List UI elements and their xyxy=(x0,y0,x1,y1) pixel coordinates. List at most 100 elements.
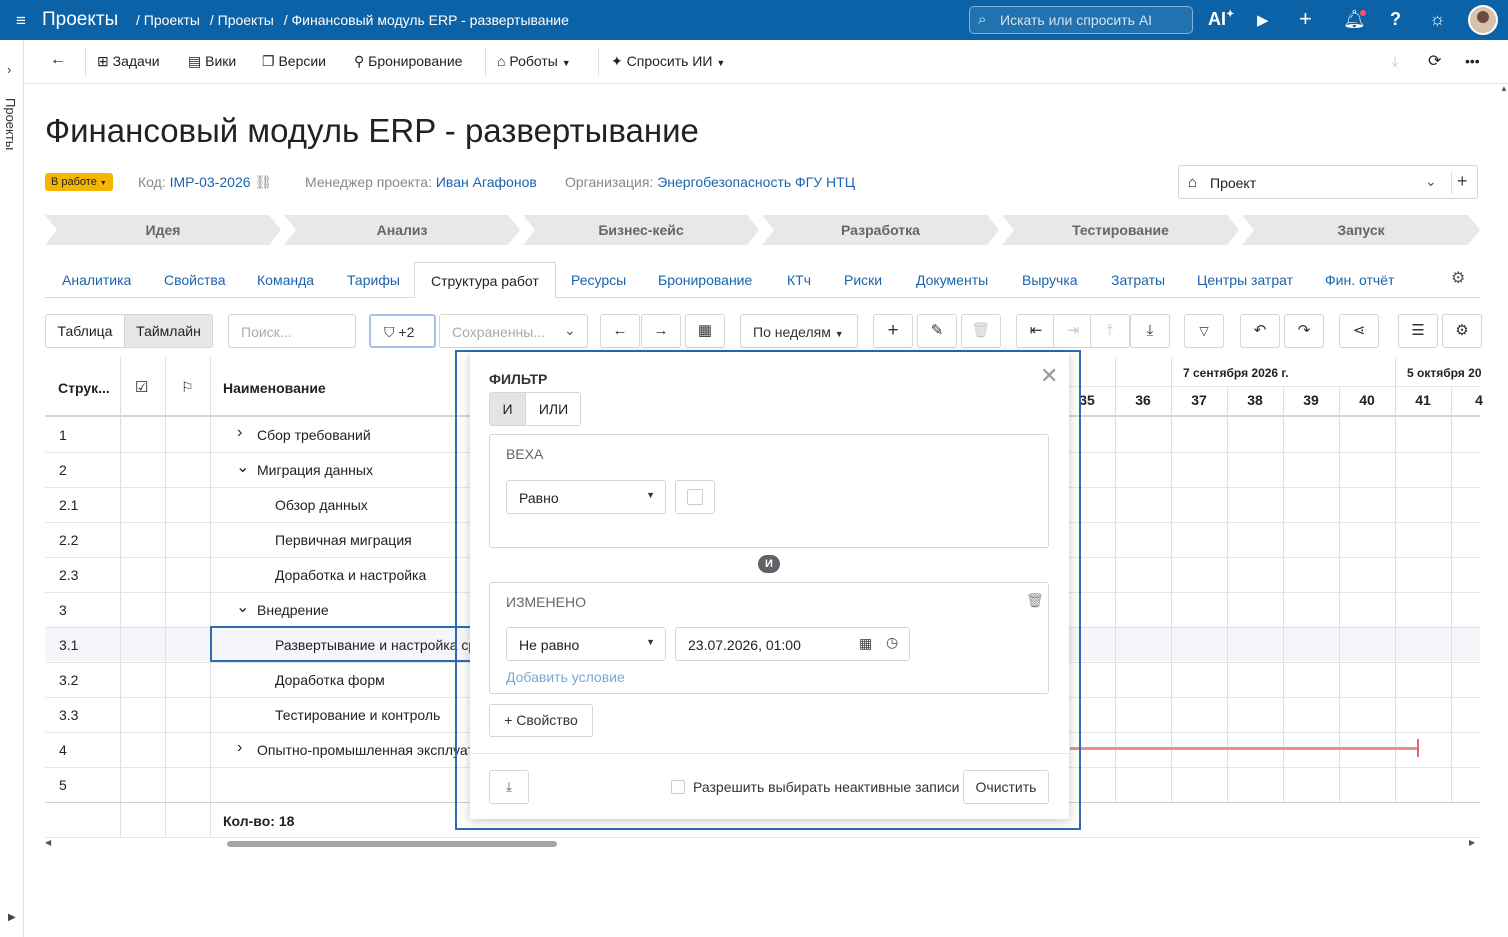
expand-chevron-icon[interactable]: › xyxy=(237,424,242,442)
settings-icon[interactable]: ⚙ xyxy=(1442,314,1482,348)
add-condition-link[interactable]: Добавить условие xyxy=(506,669,625,685)
help-button[interactable]: ? xyxy=(1390,9,1401,30)
inactive-records-checkbox[interactable] xyxy=(671,780,685,794)
move-down-icon[interactable]: ⤓ xyxy=(1130,314,1170,348)
scroll-right-icon[interactable]: ▶ xyxy=(1469,838,1475,847)
period-select[interactable]: По неделям ▼ xyxy=(740,314,858,348)
horizontal-scrollbar[interactable]: ◀ ▶ xyxy=(45,838,1480,850)
view-table-button[interactable]: Таблица xyxy=(46,315,124,347)
manager-link[interactable]: Иван Агафонов xyxy=(436,174,537,190)
logic-and-button[interactable]: И xyxy=(490,393,525,425)
row-name[interactable]: Тестирование и контроль xyxy=(275,707,440,723)
gantt-bar[interactable] xyxy=(1070,747,1418,750)
collapse-arrow-icon[interactable]: ▶ xyxy=(8,912,16,923)
condition-operator-select[interactable]: Не равно ▼ xyxy=(506,627,666,661)
outdent-icon[interactable]: ⇤ xyxy=(1016,314,1056,348)
collapse-triangle-icon[interactable]: ▽ xyxy=(1184,314,1224,348)
rail-label[interactable]: Проекты xyxy=(3,98,18,150)
close-icon[interactable]: ✕ xyxy=(1040,363,1058,389)
row-name[interactable]: Миграция данных xyxy=(257,462,373,478)
stage-idea[interactable]: Идея xyxy=(45,215,281,245)
gantt-bar-end[interactable] xyxy=(1417,739,1419,757)
tab-team[interactable]: Команда xyxy=(257,272,314,288)
logic-or-button[interactable]: ИЛИ xyxy=(525,393,580,425)
tab-rates[interactable]: Тарифы xyxy=(347,272,400,288)
add-row-icon[interactable]: + xyxy=(873,314,913,348)
move-up-icon[interactable]: ⤒ xyxy=(1090,314,1130,348)
row-name[interactable]: Доработка форм xyxy=(275,672,385,688)
col-header-name[interactable]: Наименование xyxy=(223,380,326,396)
save-filter-icon[interactable]: ⤓ xyxy=(489,770,529,804)
bookmark-icon[interactable]: ⚐ xyxy=(181,379,194,396)
indent-icon[interactable]: ⇥ xyxy=(1053,314,1093,348)
wiki-button[interactable]: ▤ Вики xyxy=(188,53,236,70)
breadcrumb-item[interactable]: / Проекты xyxy=(136,12,200,28)
row-name[interactable]: Первичная миграция xyxy=(275,532,412,548)
tab-analytics[interactable]: Аналитика xyxy=(62,272,131,288)
pencil-icon[interactable]: ✎ xyxy=(917,314,957,348)
robots-button[interactable]: ⌂ Роботы ▼ xyxy=(497,53,571,69)
calendar-icon[interactable]: ▦ xyxy=(859,635,872,652)
filter-button[interactable]: ⛉ +2 xyxy=(369,314,436,348)
tab-fin-report[interactable]: Фин. отчёт xyxy=(1325,272,1394,288)
tab-revenue[interactable]: Выручка xyxy=(1022,272,1078,288)
versions-button[interactable]: ❐ Версии xyxy=(262,53,326,70)
ask-ai-button[interactable]: ✦ Спросить ИИ ▼ xyxy=(611,53,725,70)
code-value[interactable]: IMP-03-2026 xyxy=(170,174,251,190)
booking-button[interactable]: ⚲ Бронирование xyxy=(354,53,462,70)
arrow-right-icon[interactable]: → xyxy=(641,314,681,348)
undo-icon[interactable]: ↶ xyxy=(1240,314,1280,348)
tab-cost-centers[interactable]: Центры затрат xyxy=(1197,272,1293,288)
scroll-up-icon[interactable]: ▲ xyxy=(1500,84,1508,93)
row-name[interactable]: Обзор данных xyxy=(275,497,368,513)
add-icon[interactable]: + xyxy=(1457,171,1468,192)
global-search-input[interactable]: ⌕ Искать или спросить AI xyxy=(969,6,1193,34)
sliders-icon[interactable]: ☰ xyxy=(1398,314,1438,348)
checkbox-column-icon[interactable]: ☑ xyxy=(135,378,148,396)
expand-rail-icon[interactable]: › xyxy=(7,62,11,77)
condition-operator-select[interactable]: Равно ▼ xyxy=(506,480,666,514)
trash-icon[interactable]: 🗑︎ xyxy=(961,314,1001,348)
tab-costs[interactable]: Затраты xyxy=(1111,272,1165,288)
chevron-down-icon[interactable]: ⌄ xyxy=(1425,173,1437,190)
org-link[interactable]: Энергобезопасность ФГУ НТЦ xyxy=(657,174,855,190)
collapse-chevron-icon[interactable]: ⌄ xyxy=(236,597,249,617)
date-time-input[interactable]: 23.07.2026, 01:00 ▦ ◷ xyxy=(675,627,910,661)
view-timeline-button[interactable]: Таймлайн xyxy=(124,315,212,347)
row-name[interactable]: Внедрение xyxy=(257,602,329,618)
stage-testing[interactable]: Тестирование xyxy=(1002,215,1239,245)
more-icon[interactable]: ••• xyxy=(1465,53,1480,69)
refresh-icon[interactable]: ⟳ xyxy=(1428,51,1441,71)
redo-icon[interactable]: ↷ xyxy=(1284,314,1324,348)
gear-icon[interactable]: ⚙ xyxy=(1451,268,1465,288)
back-button[interactable]: ← xyxy=(50,51,66,69)
stage-launch[interactable]: Запуск xyxy=(1242,215,1480,245)
theme-sun-icon[interactable]: ☼ xyxy=(1429,9,1446,30)
calendar-icon[interactable]: ▦ xyxy=(685,314,725,348)
avatar[interactable] xyxy=(1468,5,1498,35)
tab-properties[interactable]: Свойства xyxy=(164,272,225,288)
tab-work-structure[interactable]: Структура работ xyxy=(414,262,556,299)
tasks-button[interactable]: ⊞ Задачи xyxy=(97,53,160,70)
tab-booking[interactable]: Бронирование xyxy=(658,272,752,288)
tab-risks[interactable]: Риски xyxy=(844,272,882,288)
export-icon[interactable]: ⤓ xyxy=(1392,53,1398,70)
row-name[interactable]: Сбор требований xyxy=(257,427,371,443)
stage-development[interactable]: Разработка xyxy=(762,215,999,245)
row-name[interactable]: Доработка и настройка xyxy=(275,567,426,583)
scroll-thumb[interactable] xyxy=(227,841,557,847)
saved-filters-select[interactable]: Сохраненны... ⌄ xyxy=(439,314,588,348)
add-property-button[interactable]: + Свойство xyxy=(489,704,593,737)
tab-ktch[interactable]: КТч xyxy=(787,272,811,288)
app-title[interactable]: Проекты xyxy=(42,9,118,31)
delete-condition-icon[interactable]: 🗑︎ xyxy=(1026,592,1044,609)
breadcrumb-item[interactable]: / Проекты xyxy=(210,12,274,28)
tab-resources[interactable]: Ресурсы xyxy=(571,272,626,288)
arrow-left-icon[interactable]: ← xyxy=(600,314,640,348)
row-name[interactable]: Опытно-промышленная эксплуат xyxy=(257,742,474,758)
expand-chevron-icon[interactable]: › xyxy=(237,739,242,757)
tab-documents[interactable]: Документы xyxy=(916,272,988,288)
plus-icon[interactable]: + xyxy=(1299,6,1312,32)
scroll-left-icon[interactable]: ◀ xyxy=(45,838,51,847)
status-badge[interactable]: В работе ▼ xyxy=(45,173,113,191)
